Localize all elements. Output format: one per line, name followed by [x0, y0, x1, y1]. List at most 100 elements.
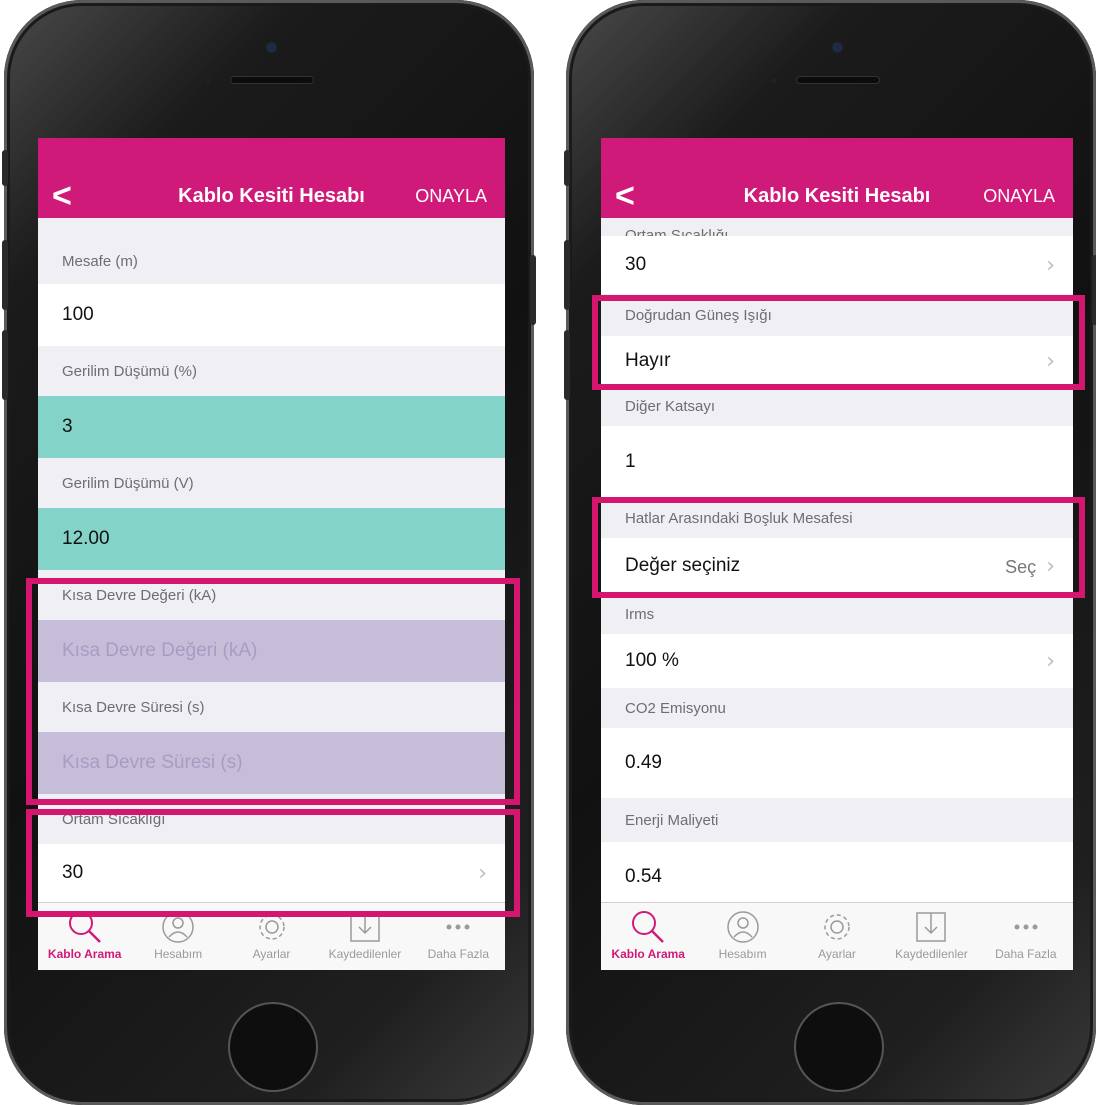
- earpiece-speaker: [796, 76, 880, 84]
- mesafe-value: 100: [62, 304, 94, 325]
- phone-right: < Kablo Kesiti Hesabı ONAYLA Ortam Sıcak…: [564, 0, 1096, 1105]
- gerilim-v-value: 12.00: [62, 528, 110, 549]
- user-icon: [726, 911, 759, 943]
- chevron-right-icon: ›: [1046, 252, 1055, 278]
- navigation-bar: < Kablo Kesiti Hesabı ONAYLA: [38, 173, 505, 218]
- bosluk-label: Hatlar Arasındaki Boşluk Mesafesi: [601, 498, 1073, 538]
- co2-label: CO2 Emisyonu: [601, 688, 1073, 728]
- mesafe-field[interactable]: 100: [38, 284, 505, 346]
- gunes-field[interactable]: Hayır ›: [601, 336, 1073, 386]
- gerilim-v-field[interactable]: 12.00: [38, 508, 505, 570]
- front-camera: [268, 44, 275, 51]
- chevron-right-icon: ›: [478, 860, 487, 886]
- gerilim-pct-label: Gerilim Düşümü (%): [38, 346, 505, 396]
- top-spacer: [38, 218, 505, 238]
- kisa-deger-input[interactable]: Kısa Devre Değeri (kA): [38, 620, 505, 682]
- more-icon: [1014, 924, 1038, 930]
- home-button[interactable]: [228, 1002, 318, 1092]
- download-icon: [916, 912, 947, 942]
- chevron-right-icon: ›: [1046, 348, 1055, 374]
- gear-icon: [824, 914, 850, 940]
- tab-label: Hesabım: [718, 947, 767, 961]
- ortam-value: 30: [62, 862, 84, 883]
- diger-label: Diğer Katsayı: [601, 386, 1073, 426]
- volume-down-button: [564, 330, 570, 400]
- tab-bar: Kablo Arama Hesabım Ayarlar Kaydedilenle…: [38, 902, 505, 970]
- confirm-button[interactable]: ONAYLA: [415, 186, 487, 207]
- navigation-bar: < Kablo Kesiti Hesabı ONAYLA: [601, 173, 1073, 218]
- tab-label: Kablo Arama: [611, 947, 685, 961]
- proximity-sensor: [772, 78, 777, 83]
- bosluk-action: Seç ›: [1005, 554, 1055, 579]
- volume-up-button: [2, 240, 8, 310]
- tab-daha-fazla[interactable]: Daha Fazla: [412, 903, 505, 970]
- status-bar: [38, 138, 505, 173]
- tab-label: Daha Fazla: [995, 947, 1057, 961]
- tab-label: Kablo Arama: [47, 947, 122, 961]
- tab-hesabim[interactable]: Hesabım: [131, 903, 224, 970]
- co2-field[interactable]: 0.49: [601, 728, 1073, 798]
- chevron-right-icon: ›: [1046, 648, 1055, 674]
- screen-left: < Kablo Kesiti Hesabı ONAYLA Mesafe (m) …: [38, 138, 505, 970]
- enerji-field[interactable]: 0.54: [601, 842, 1073, 903]
- mute-switch: [2, 150, 8, 186]
- bosluk-field[interactable]: Değer seçiniz Seç ›: [601, 538, 1073, 594]
- irms-field[interactable]: 100 % ›: [601, 634, 1073, 688]
- tab-ayarlar[interactable]: Ayarlar: [790, 903, 884, 970]
- kisa-deger-label: Kısa Devre Değeri (kA): [38, 570, 505, 620]
- status-bar: [601, 138, 1073, 173]
- tab-kablo-arama[interactable]: Kablo Arama: [601, 903, 695, 970]
- ortam-value: 30: [625, 254, 647, 275]
- kisa-deger-placeholder: Kısa Devre Değeri (kA): [62, 640, 258, 661]
- tab-ayarlar[interactable]: Ayarlar: [225, 903, 318, 970]
- gunes-value: Hayır: [625, 350, 671, 371]
- phone-left: < Kablo Kesiti Hesabı ONAYLA Mesafe (m) …: [2, 0, 536, 1105]
- tab-kaydedilenler[interactable]: Kaydedilenler: [318, 903, 411, 970]
- form-content: Mesafe (m) 100 Gerilim Düşümü (%) 3 Geri…: [38, 218, 505, 903]
- tab-kablo-arama[interactable]: Kablo Arama: [38, 903, 131, 970]
- home-button[interactable]: [794, 1002, 884, 1092]
- mute-switch: [564, 150, 570, 186]
- select-label: Seç: [1005, 556, 1037, 577]
- ortam-label: Ortam Sıcaklığı: [38, 794, 505, 844]
- volume-down-button: [2, 330, 8, 400]
- user-icon: [162, 911, 194, 943]
- tab-hesabim[interactable]: Hesabım: [695, 903, 789, 970]
- tab-label: Hesabım: [154, 947, 203, 961]
- tab-label: Ayarlar: [252, 947, 291, 961]
- kisa-sure-input[interactable]: Kısa Devre Süresi (s): [38, 732, 505, 794]
- enerji-value: 0.54: [625, 866, 662, 887]
- ortam-field[interactable]: 30 ›: [601, 236, 1073, 294]
- gerilim-v-label: Gerilim Düşümü (V): [38, 458, 505, 508]
- enerji-label: Enerji Maliyeti: [601, 798, 1073, 842]
- ortam-label-text: Ortam Sıcaklığı: [625, 227, 729, 236]
- screen-right: < Kablo Kesiti Hesabı ONAYLA Ortam Sıcak…: [601, 138, 1073, 970]
- more-icon: [446, 924, 470, 930]
- download-icon: [350, 912, 380, 942]
- gerilim-pct-field[interactable]: 3: [38, 396, 505, 458]
- power-button: [530, 255, 536, 325]
- kisa-sure-placeholder: Kısa Devre Süresi (s): [62, 752, 243, 773]
- bosluk-value: Değer seçiniz: [625, 555, 741, 576]
- form-content: Ortam Sıcaklığı 30 › Doğrudan Güneş Işığı…: [601, 218, 1073, 903]
- front-camera: [834, 44, 841, 51]
- earpiece-speaker: [230, 76, 314, 84]
- confirm-button[interactable]: ONAYLA: [983, 186, 1055, 207]
- irms-value: 100 %: [625, 650, 679, 671]
- tab-label: Ayarlar: [818, 947, 856, 961]
- search-icon: [68, 911, 101, 943]
- tab-bar: Kablo Arama Hesabım Ayarlar Kaydedilenle…: [601, 902, 1073, 970]
- volume-up-button: [564, 240, 570, 310]
- chevron-right-icon: ›: [1046, 553, 1055, 579]
- tab-label: Kaydedilenler: [328, 947, 402, 961]
- search-icon: [632, 911, 665, 943]
- ortam-field[interactable]: 30 ›: [38, 844, 505, 902]
- tab-daha-fazla[interactable]: Daha Fazla: [979, 903, 1073, 970]
- tab-kaydedilenler[interactable]: Kaydedilenler: [884, 903, 978, 970]
- gunes-label: Doğrudan Güneş Işığı: [601, 294, 1073, 336]
- co2-value: 0.49: [625, 752, 662, 773]
- ortam-label: Ortam Sıcaklığı: [601, 218, 1073, 236]
- diger-field[interactable]: 1: [601, 426, 1073, 498]
- tab-label: Kaydedilenler: [895, 947, 968, 961]
- tab-label: Daha Fazla: [427, 947, 490, 961]
